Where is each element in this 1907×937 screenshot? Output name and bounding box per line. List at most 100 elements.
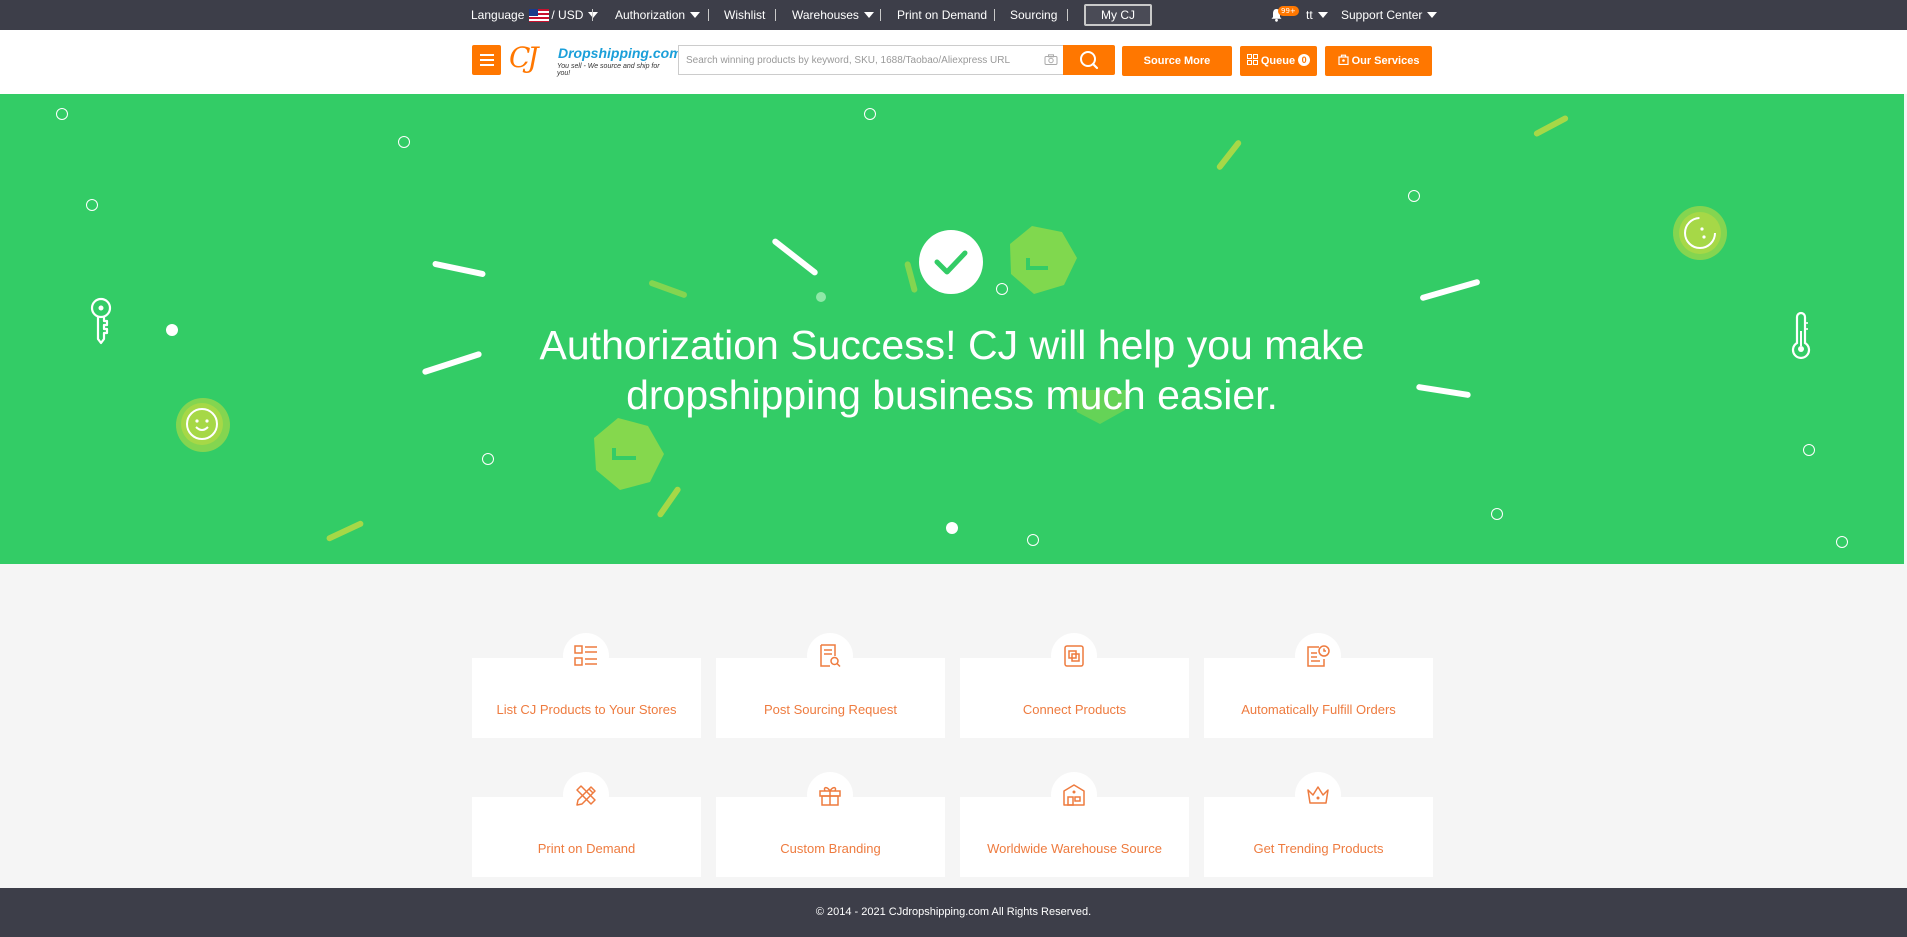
camera-icon[interactable]: [1044, 54, 1058, 65]
divider: [775, 9, 776, 21]
language-label: Language: [471, 8, 525, 22]
our-services-button[interactable]: Our Services: [1325, 46, 1432, 76]
pencil-ruler-icon: [576, 785, 596, 806]
feature-icon-holder: [807, 633, 853, 679]
feature-icon-holder: [563, 772, 609, 818]
decorative-dot: [816, 292, 826, 302]
support-center-label: Support Center: [1341, 8, 1423, 22]
link-document-icon: [1064, 645, 1084, 667]
list-icon: [574, 645, 597, 666]
feature-icon-holder: [1295, 633, 1341, 679]
feature-icon-holder: [1051, 633, 1097, 679]
language-currency-selector[interactable]: Language / USD: [471, 0, 599, 30]
feature-card-list-products[interactable]: List CJ Products to Your Stores: [472, 633, 701, 738]
chevron-down-icon: [588, 11, 599, 18]
feature-label: Automatically Fulfill Orders: [1241, 702, 1396, 717]
feature-card-worldwide-warehouse[interactable]: Worldwide Warehouse Source: [960, 772, 1189, 877]
cj-dropshipping-logo[interactable]: CJ Dropshipping.com You sell - We source…: [509, 41, 682, 77]
crown-icon: [1307, 786, 1329, 804]
feature-icon-holder: [1051, 772, 1097, 818]
decorative-streak: [431, 260, 487, 278]
divider: [994, 9, 995, 21]
main-header: CJ Dropshipping.com You sell - We source…: [0, 30, 1907, 94]
success-banner: Authorization Success! CJ will help you …: [0, 94, 1904, 564]
hexagon-badge-icon: [1010, 226, 1077, 294]
services-icon: [1337, 54, 1349, 66]
queue-icon: [1246, 54, 1258, 66]
feature-card-custom-branding[interactable]: Custom Branding: [716, 772, 945, 877]
wishlist-link[interactable]: Wishlist: [724, 0, 765, 30]
category-menu-button[interactable]: [472, 45, 501, 75]
decorative-dot: [946, 522, 958, 534]
user-menu[interactable]: tt: [1306, 0, 1328, 30]
divider: [592, 9, 593, 21]
decorative-streak: [1532, 114, 1570, 138]
queue-button[interactable]: Queue 0: [1240, 46, 1317, 76]
user-name: tt: [1306, 8, 1313, 22]
decorative-circle: [1836, 536, 1848, 548]
footer: © 2014 - 2021 CJdropshipping.com All Rig…: [0, 888, 1907, 937]
banner-title: Authorization Success! CJ will help you …: [450, 320, 1454, 420]
us-flag-icon: [529, 9, 550, 23]
decorative-streak: [903, 260, 919, 294]
logo-name: Dropshipping.com: [558, 45, 682, 61]
sourcing-link[interactable]: Sourcing: [1010, 0, 1057, 30]
queue-label: Queue: [1260, 55, 1296, 67]
decorative-circle: [864, 108, 876, 120]
divider: [708, 9, 709, 21]
decorative-circle: [482, 453, 494, 465]
divider: [1067, 9, 1068, 21]
banner-title-line-1: Authorization Success! CJ will help you …: [539, 322, 1365, 368]
feature-card-trending-products[interactable]: Get Trending Products: [1204, 772, 1433, 877]
chevron-down-icon: [690, 11, 701, 18]
feature-icon-holder: [563, 633, 609, 679]
decorative-circle: [398, 136, 410, 148]
checkmark-icon: [934, 250, 968, 275]
feature-label: Get Trending Products: [1253, 841, 1384, 856]
feature-label: Print on Demand: [537, 841, 636, 856]
decorative-circle: [1027, 534, 1039, 546]
our-services-label: Our Services: [1351, 55, 1420, 67]
warehouses-menu[interactable]: Warehouses: [792, 0, 874, 30]
smiley-icon: [1673, 206, 1727, 260]
document-search-icon: [820, 644, 841, 668]
decorative-streak: [648, 279, 688, 299]
hamburger-icon-line: [480, 59, 494, 61]
search-button[interactable]: [1063, 45, 1115, 75]
warehouses-label: Warehouses: [792, 8, 859, 22]
feature-icon-holder: [1295, 772, 1341, 818]
thermometer-icon: [1791, 311, 1811, 359]
feature-label: Connect Products: [1022, 702, 1127, 717]
feature-card-auto-fulfill[interactable]: Automatically Fulfill Orders: [1204, 633, 1433, 738]
search-input[interactable]: [679, 46, 1034, 74]
decorative-circle: [86, 199, 98, 211]
smiley-icon: [176, 398, 230, 452]
decorative-dot: [166, 324, 178, 336]
hamburger-icon-line: [480, 64, 494, 66]
gift-icon: [819, 786, 841, 806]
hamburger-icon: [480, 54, 494, 56]
chevron-down-icon: [863, 11, 874, 18]
order-clock-icon: [1307, 645, 1330, 667]
notification-badge: 99+: [1278, 6, 1299, 16]
authorization-label: Authorization: [615, 8, 686, 22]
decorative-circle: [1408, 190, 1420, 202]
queue-count-badge: 0: [1298, 54, 1311, 67]
feature-card-print-on-demand[interactable]: Print on Demand: [472, 772, 701, 877]
decorative-streak: [771, 237, 819, 277]
top-nav-bar: Language / USD Authorization Wishlist War…: [0, 0, 1907, 30]
decorative-streak: [325, 519, 365, 543]
feature-card-post-sourcing[interactable]: Post Sourcing Request: [716, 633, 945, 738]
feature-label: List CJ Products to Your Stores: [496, 702, 677, 717]
print-on-demand-link[interactable]: Print on Demand: [897, 0, 987, 30]
feature-card-connect-products[interactable]: Connect Products: [960, 633, 1189, 738]
my-cj-button[interactable]: My CJ: [1084, 4, 1152, 26]
decorative-streak: [1215, 138, 1243, 172]
support-center-menu[interactable]: Support Center: [1341, 0, 1438, 30]
source-more-button[interactable]: Source More: [1122, 46, 1232, 76]
search-icon: [1080, 51, 1099, 70]
logo-mark: CJ: [509, 41, 539, 74]
divider: [880, 9, 881, 21]
authorization-menu[interactable]: Authorization: [615, 0, 701, 30]
decorative-circle: [1491, 508, 1503, 520]
